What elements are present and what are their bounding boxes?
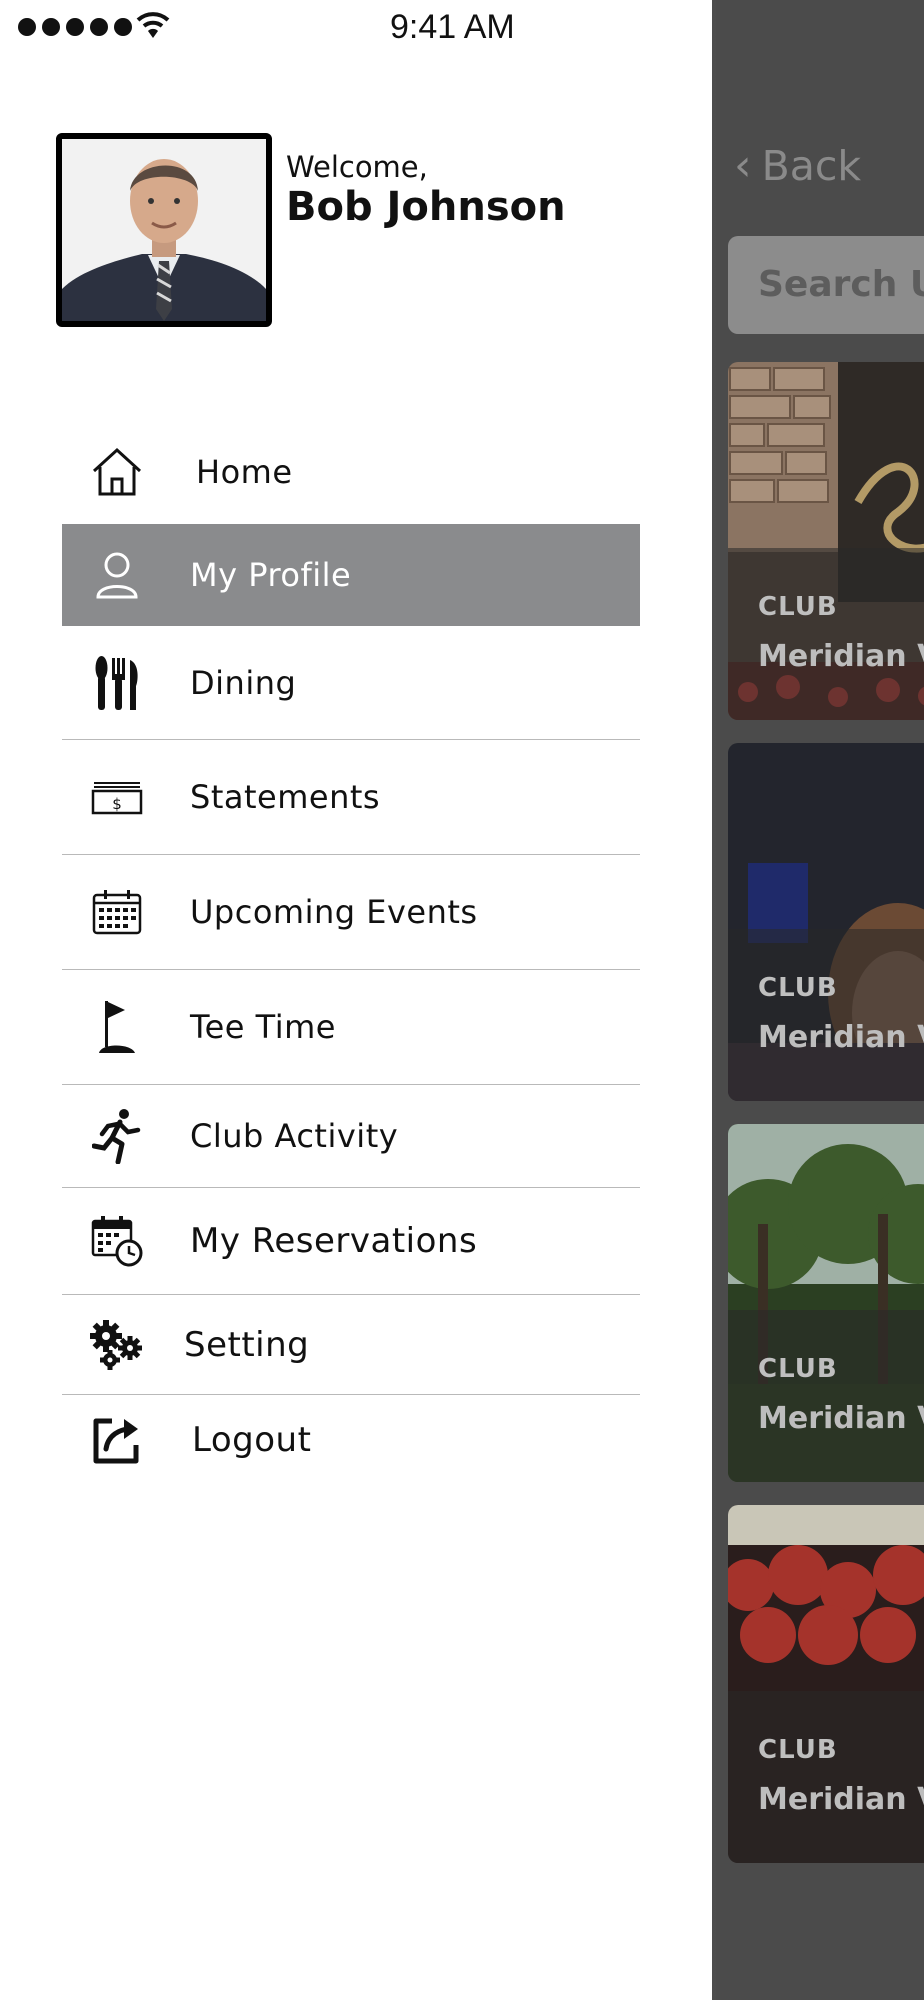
back-label: Back xyxy=(761,141,862,190)
card-tag: CLUB xyxy=(758,1354,838,1384)
card-overlay xyxy=(728,1310,924,1482)
menu-label-upcoming-events: Upcoming Events xyxy=(190,893,478,931)
user-name: Bob Johnson xyxy=(286,184,566,230)
card-name: Meridian Va xyxy=(758,639,924,674)
menu-item-club-activity[interactable]: Club Activity xyxy=(62,1085,640,1188)
money-bill-icon: $ xyxy=(62,779,172,815)
menu-label-logout: Logout xyxy=(192,1420,312,1460)
card-tag: CLUB xyxy=(758,1735,838,1765)
menu-label-club-activity: Club Activity xyxy=(190,1117,399,1155)
gears-icon xyxy=(62,1318,172,1372)
status-bar: 9:41 AM xyxy=(0,0,712,52)
card-tag: CLUB xyxy=(758,973,838,1003)
card-name: Meridian Va xyxy=(758,1401,924,1436)
welcome-text: Welcome, xyxy=(286,150,428,184)
user-icon xyxy=(62,551,172,599)
menu-item-dining[interactable]: Dining xyxy=(62,626,640,740)
menu-item-tee-time[interactable]: Tee Time xyxy=(62,970,640,1085)
card-overlay xyxy=(728,929,924,1101)
card-overlay xyxy=(728,548,924,720)
menu-label-statements: Statements xyxy=(190,778,381,816)
avatar[interactable] xyxy=(56,133,272,327)
club-card[interactable]: CLUB Meridian V xyxy=(728,743,924,1101)
menu-item-setting[interactable]: Setting xyxy=(62,1295,640,1395)
club-card[interactable]: CLUB Meridian Va xyxy=(728,1124,924,1482)
chevron-left-icon: ‹ xyxy=(734,140,752,191)
back-button[interactable]: ‹ Back xyxy=(734,140,861,191)
menu-label-setting: Setting xyxy=(184,1324,310,1365)
menu-label-dining: Dining xyxy=(190,663,297,702)
card-name: Meridian V xyxy=(758,1020,924,1055)
menu-item-home[interactable]: Home xyxy=(62,420,640,524)
card-overlay xyxy=(728,1691,924,1863)
menu-label-home: Home xyxy=(196,453,293,491)
signal-icon xyxy=(18,18,132,36)
menu-item-my-reservations[interactable]: My Reservations xyxy=(62,1188,640,1295)
calendar-clock-icon xyxy=(62,1215,172,1267)
search-input[interactable]: Search Up xyxy=(728,236,924,334)
logout-icon xyxy=(62,1415,172,1465)
golf-flag-icon xyxy=(62,999,172,1055)
menu-item-my-profile[interactable]: My Profile xyxy=(62,524,640,626)
card-name: Meridian V xyxy=(758,1782,924,1817)
navigation-drawer: 9:41 AM Welcome, Bob Johnson Home My Pro… xyxy=(0,0,712,2000)
menu-item-statements[interactable]: $ Statements xyxy=(62,740,640,855)
menu-item-upcoming-events[interactable]: Upcoming Events xyxy=(62,855,640,970)
wifi-icon xyxy=(136,12,170,38)
club-card[interactable]: CLUB Meridian V xyxy=(728,1505,924,1863)
club-card[interactable]: CLUB Meridian Va xyxy=(728,362,924,720)
search-placeholder: Search Up xyxy=(758,264,924,305)
background-app: ‹ Back Search Up CLUB Meridian Va xyxy=(712,0,924,2000)
home-icon xyxy=(62,447,172,497)
calendar-icon xyxy=(62,889,172,935)
fork-knife-icon xyxy=(62,654,172,712)
menu-item-logout[interactable]: Logout xyxy=(62,1395,640,1485)
runner-icon xyxy=(62,1108,172,1164)
menu-label-my-profile: My Profile xyxy=(190,556,352,594)
menu-label-my-reservations: My Reservations xyxy=(190,1221,478,1261)
card-tag: CLUB xyxy=(758,592,838,622)
drawer-menu: Home My Profile Dining $ Statements Upco… xyxy=(62,420,640,1485)
menu-label-tee-time: Tee Time xyxy=(190,1008,336,1046)
status-time: 9:41 AM xyxy=(390,8,515,46)
avatar-photo xyxy=(62,139,266,321)
svg-text:$: $ xyxy=(112,795,122,813)
